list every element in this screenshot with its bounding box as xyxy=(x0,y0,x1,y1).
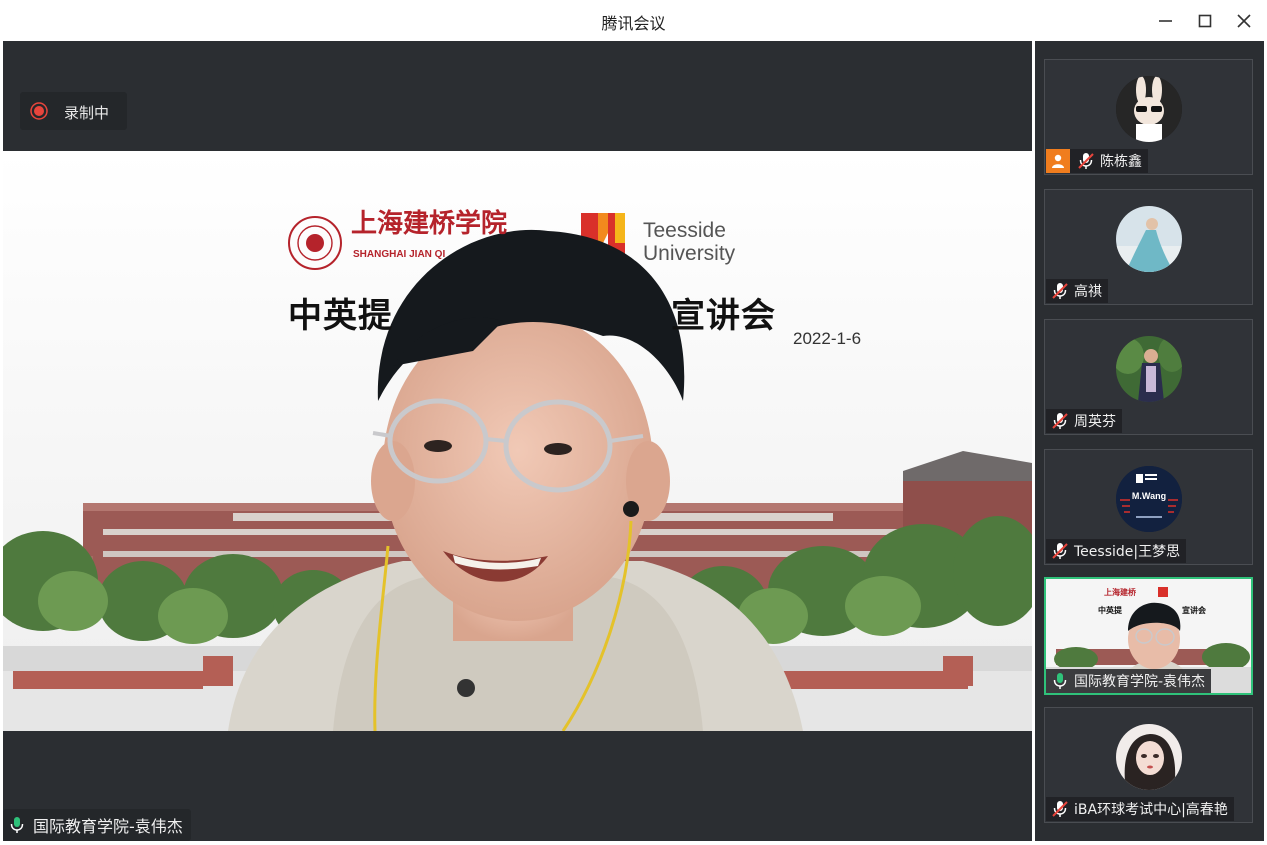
speaker-video: 上海建桥学院 SHANGHAI JIAN QI Teesside Univers… xyxy=(3,151,1032,731)
mic-muted-icon xyxy=(1052,801,1068,817)
svg-text:上海建桥: 上海建桥 xyxy=(1104,587,1137,597)
partner-logo-line2: University xyxy=(643,242,736,265)
avatar-text: M.Wang xyxy=(1131,491,1167,501)
person-icon xyxy=(1052,154,1064,168)
mic-muted-icon xyxy=(1052,543,1068,559)
participant-name: 国际教育学院-袁伟杰 xyxy=(1074,674,1206,690)
title-bar[interactable]: 腾讯会议 xyxy=(0,0,1267,41)
school-logo-english: SHANGHAI JIAN QI xyxy=(353,249,446,260)
avatar: M.Wang xyxy=(1116,466,1182,532)
avatar xyxy=(1116,724,1182,790)
minimize-button[interactable] xyxy=(1152,8,1178,34)
participant-name: iBA环球考试中心|高春艳 xyxy=(1074,802,1228,818)
partner-logo-line1: Teesside xyxy=(643,219,726,242)
participant-tile-active[interactable]: 上海建桥 中英提 宣讲会 国际教育学院-袁伟杰 xyxy=(1044,577,1253,695)
partner-logo-text: Teesside University xyxy=(643,219,735,265)
host-badge xyxy=(1046,149,1070,173)
participant-label: iBA环球考试中心|高春艳 xyxy=(1046,797,1234,821)
slide-date: 2022-1-6 xyxy=(793,329,862,348)
mic-muted-icon xyxy=(1052,413,1068,429)
svg-text:中英提: 中英提 xyxy=(1098,605,1123,615)
participant-name: Teesside|王梦思 xyxy=(1074,544,1181,560)
slide-title: 中英提 xyxy=(288,296,393,336)
recording-label: 录制中 xyxy=(64,104,110,122)
participant-name: 高祺 xyxy=(1074,284,1102,300)
avatar xyxy=(1116,76,1182,142)
participant-tile[interactable]: 陈栋鑫 xyxy=(1044,59,1253,175)
mic-on-icon xyxy=(1053,673,1067,689)
participant-tile[interactable]: M.Wang Teesside|王梦思 xyxy=(1044,449,1253,565)
maximize-button[interactable] xyxy=(1192,8,1218,34)
participant-label: 周英芬 xyxy=(1046,409,1122,433)
participant-name: 陈栋鑫 xyxy=(1100,154,1142,170)
mic-muted-icon xyxy=(1052,283,1068,299)
meeting-window: 腾讯会议 录制中 上海建桥学院 SHANGHAI JIAN QI Teessid… xyxy=(0,0,1267,845)
participant-label: 国际教育学院-袁伟杰 xyxy=(1046,669,1212,693)
participant-label: 陈栋鑫 xyxy=(1046,149,1148,173)
main-video-stage[interactable]: 录制中 上海建桥学院 SHANGHAI JIAN QI Teesside Uni… xyxy=(3,41,1032,841)
active-speaker-label: 国际教育学院-袁伟杰 xyxy=(3,809,191,841)
school-logo-text: 上海建桥学院 xyxy=(351,209,508,239)
video-background xyxy=(3,151,1032,731)
participant-label: Teesside|王梦思 xyxy=(1046,539,1187,563)
participant-name: 周英芬 xyxy=(1074,414,1116,430)
avatar xyxy=(1116,206,1182,272)
participant-tile[interactable]: 高祺 xyxy=(1044,189,1253,305)
window-title: 腾讯会议 xyxy=(601,14,666,33)
close-button[interactable] xyxy=(1231,8,1257,34)
participant-tile[interactable]: 周英芬 xyxy=(1044,319,1253,435)
svg-text:宣讲会: 宣讲会 xyxy=(1182,605,1206,615)
active-speaker-name: 国际教育学院-袁伟杰 xyxy=(33,817,183,836)
mic-muted-icon xyxy=(1078,153,1094,169)
record-icon xyxy=(30,102,48,120)
slide-title-right: 宣讲会 xyxy=(671,296,776,336)
close-icon xyxy=(1237,14,1251,28)
mic-on-icon xyxy=(10,817,24,833)
avatar xyxy=(1116,336,1182,402)
participant-tile[interactable]: iBA环球考试中心|高春艳 xyxy=(1044,707,1253,823)
participant-label: 高祺 xyxy=(1046,279,1108,303)
participant-gallery[interactable]: 陈栋鑫 高祺 周英芬 M.Wang Teesside|王梦思 上海建桥 中英提 … xyxy=(1035,41,1264,841)
minimize-icon xyxy=(1159,20,1172,22)
maximize-icon xyxy=(1198,14,1212,28)
recording-indicator[interactable]: 录制中 xyxy=(20,92,127,130)
